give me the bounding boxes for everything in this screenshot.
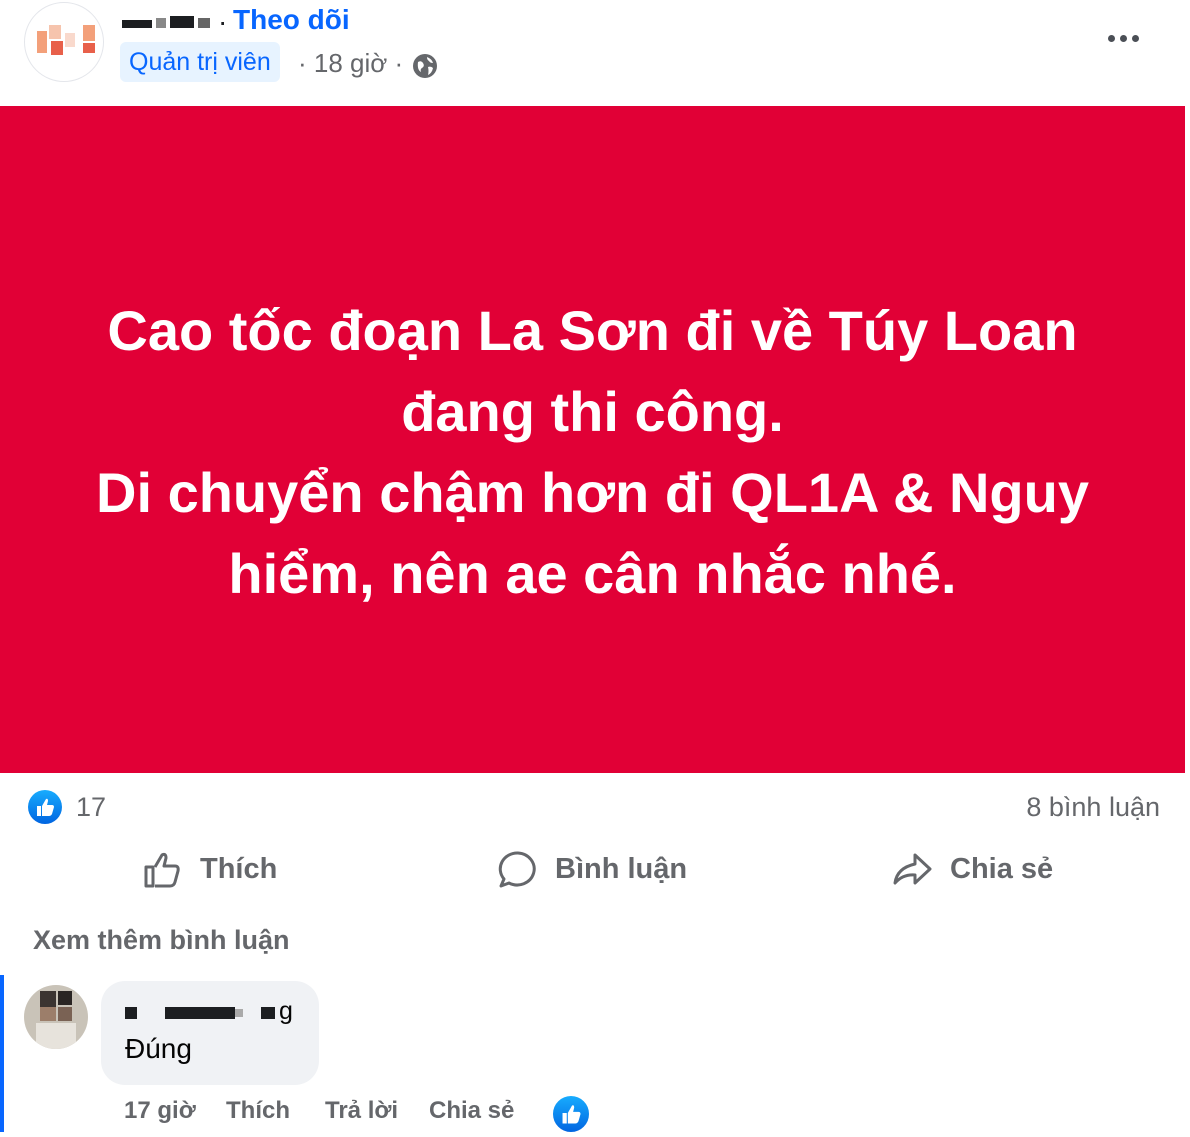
comment-button[interactable]: Bình luận (497, 845, 697, 897)
post-line: hiểm, nên ae cân nhắc nhé. (228, 542, 957, 605)
commenter-name-suffix: g (279, 997, 293, 1025)
comment-bubble: g Đúng (101, 981, 319, 1085)
globe-icon[interactable] (412, 53, 438, 79)
comment-timestamp[interactable]: 17 giờ (124, 1097, 196, 1125)
like-label: Thích (200, 853, 278, 885)
comment-label: Bình luận (555, 853, 688, 885)
share-arrow-icon (893, 853, 932, 885)
post-header: · Theo dõi Quản trị viên · 18 giờ · (0, 0, 1190, 105)
commenter-avatar[interactable] (24, 985, 88, 1049)
follow-link[interactable]: Theo dõi (233, 4, 350, 36)
reaction-count: 17 (76, 792, 107, 822)
separator-dot: · (218, 6, 228, 37)
comment-bubble-icon (498, 851, 536, 888)
post-timestamp[interactable]: · 18 giờ · (298, 48, 403, 79)
post-text: Cao tốc đoạn La Sơn đi về Túy Loan đang … (40, 290, 1145, 614)
commenter-name-redacted[interactable]: g (125, 997, 295, 1027)
thumbs-up-icon (144, 852, 180, 888)
comment-like-button[interactable]: Thích (226, 1097, 290, 1125)
comment-like-reaction-icon[interactable] (551, 1094, 591, 1134)
post-line: Di chuyển chậm hơn đi QL1A & Nguy (96, 461, 1089, 524)
share-label: Chia sẻ (950, 853, 1054, 885)
page-name-redacted[interactable] (120, 6, 218, 36)
comment-highlight-bar (0, 975, 4, 1132)
like-button[interactable]: Thích (142, 845, 292, 897)
post-line: đang thi công. (401, 380, 784, 443)
share-button[interactable]: Chia sẻ (891, 845, 1066, 897)
comment-count[interactable]: 8 bình luận (1026, 792, 1160, 823)
more-options-icon[interactable] (1104, 22, 1148, 54)
comment-text: Đúng (125, 1033, 192, 1064)
view-more-comments-link[interactable]: Xem thêm bình luận (33, 925, 290, 956)
page-avatar[interactable] (24, 2, 104, 82)
role-badge[interactable]: Quản trị viên (120, 42, 280, 82)
like-reaction-icon (28, 790, 62, 824)
comment-share-button[interactable]: Chia sẻ (429, 1097, 514, 1125)
comment-reply-button[interactable]: Trả lời (325, 1097, 398, 1125)
post-line: Cao tốc đoạn La Sơn đi về Túy Loan (107, 299, 1078, 362)
